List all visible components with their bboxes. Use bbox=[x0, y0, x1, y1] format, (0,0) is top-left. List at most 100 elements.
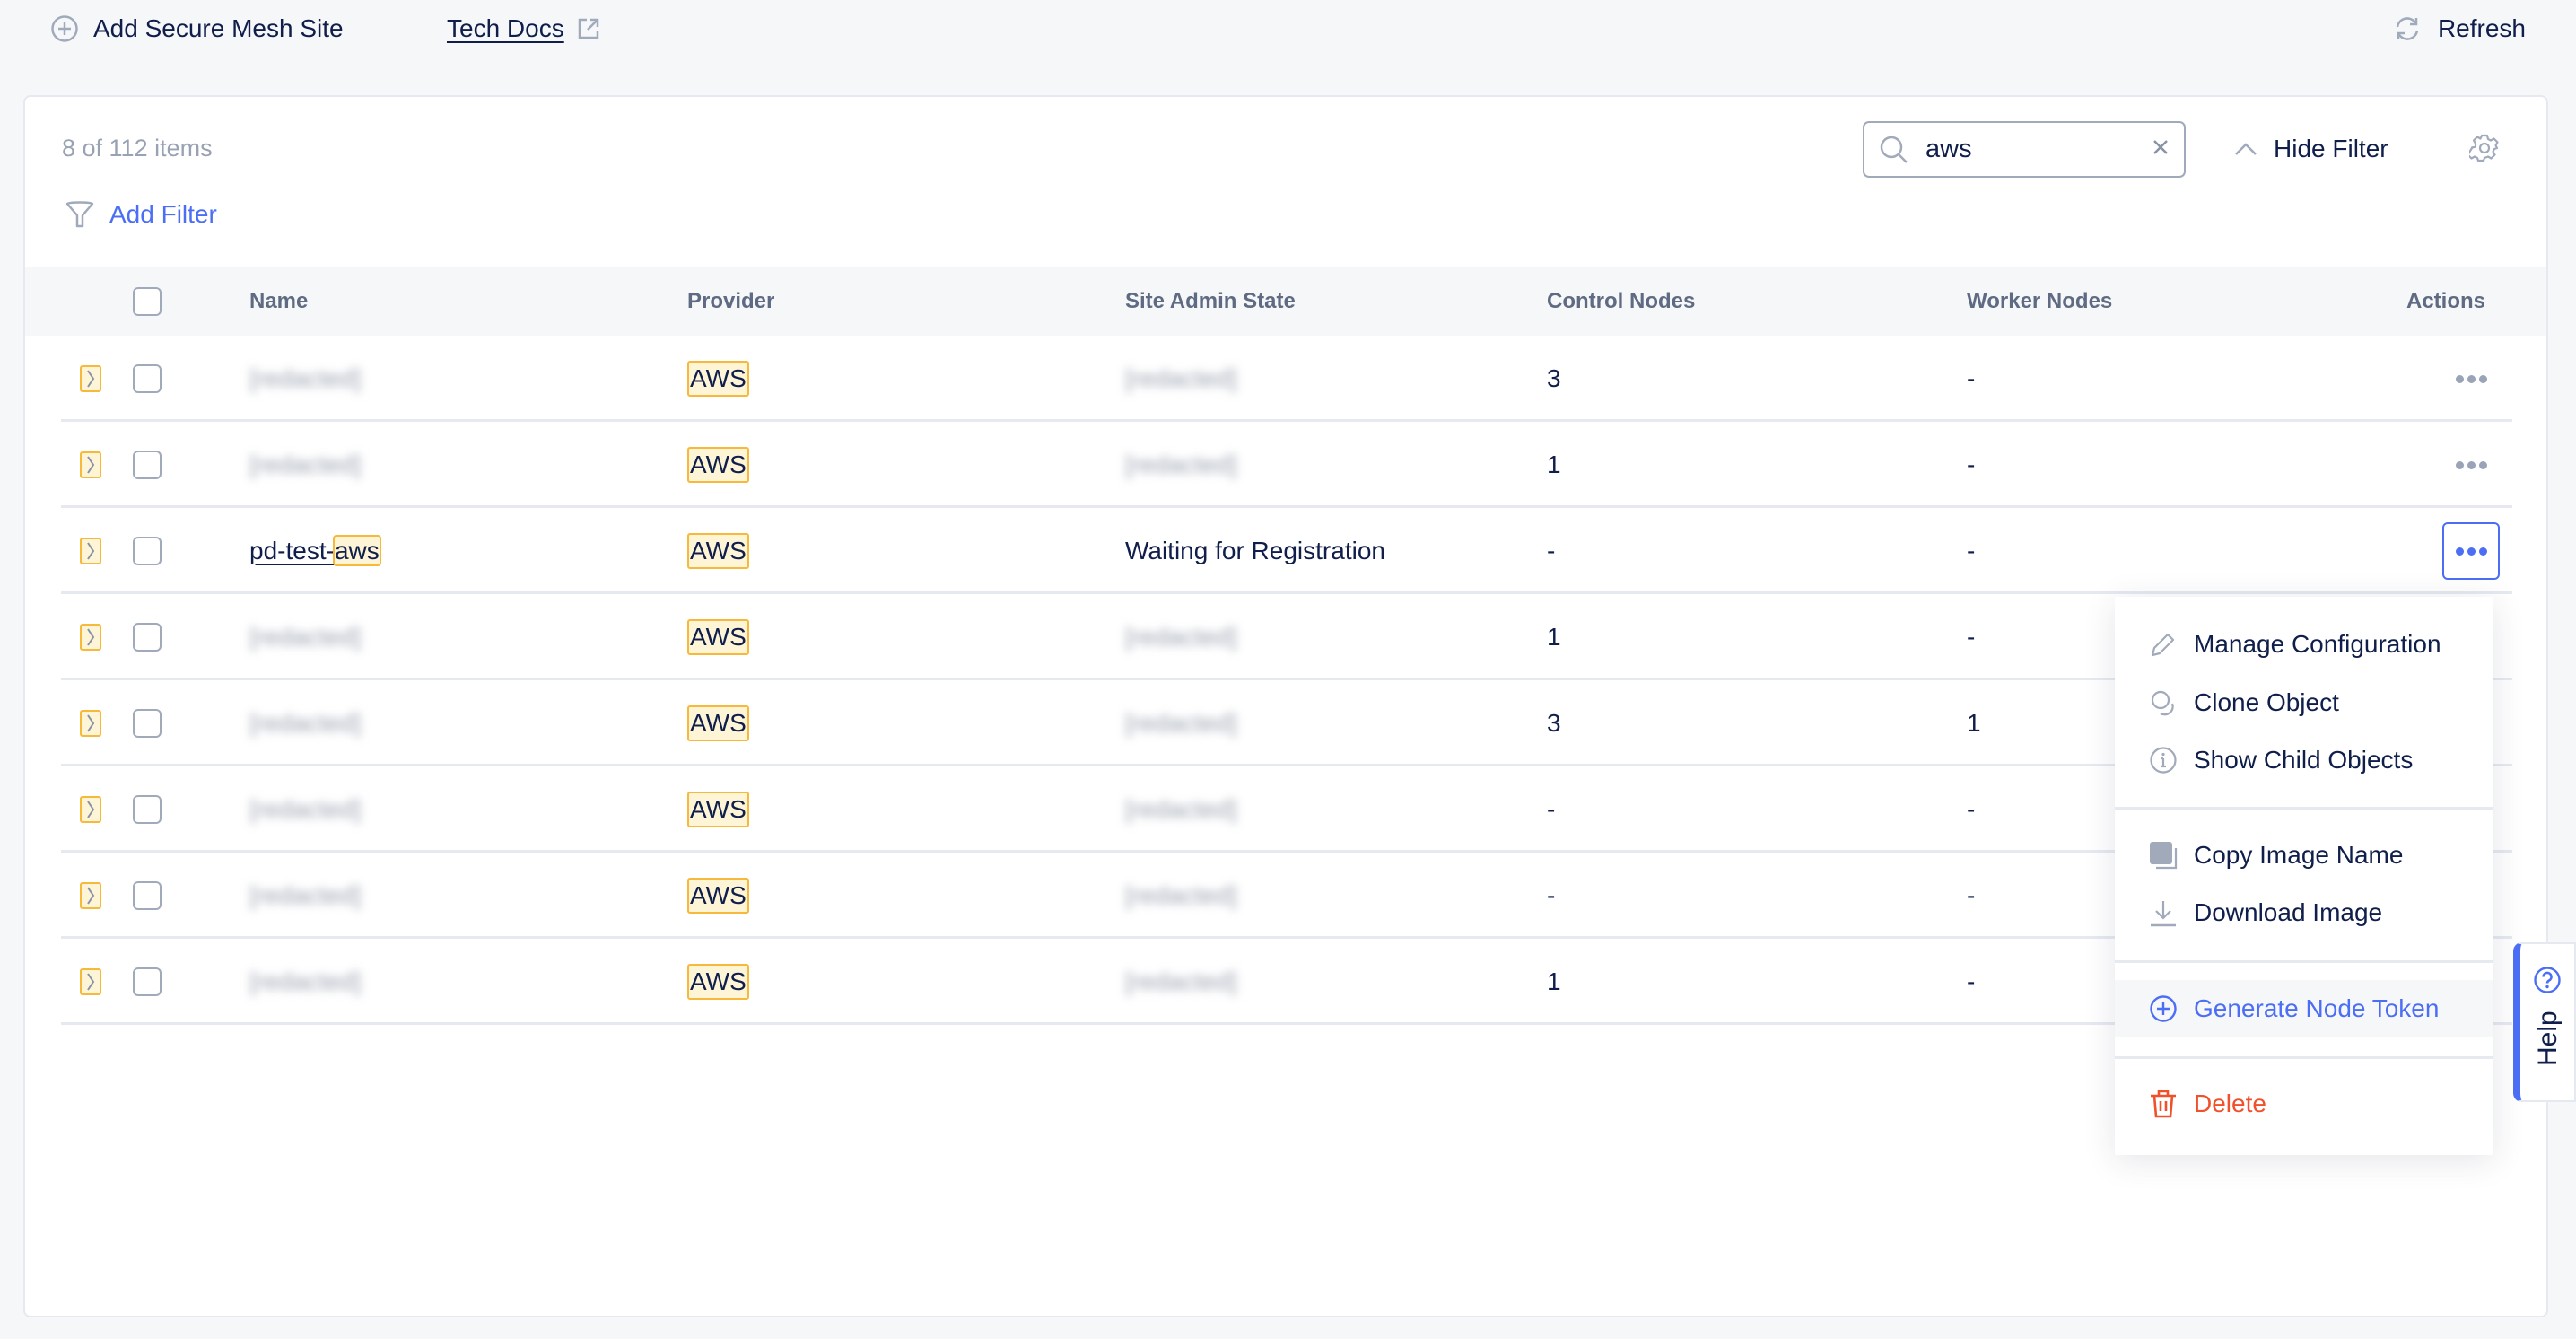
menu-item-label: Generate Node Token bbox=[2194, 994, 2440, 1022]
control-nodes-count: 3 bbox=[1547, 364, 1561, 392]
row-checkbox[interactable] bbox=[133, 967, 162, 996]
expand-row-button[interactable] bbox=[80, 538, 101, 564]
row-actions-button[interactable] bbox=[2442, 447, 2500, 483]
expand-row-button[interactable] bbox=[80, 710, 101, 737]
chevron-right-icon bbox=[87, 887, 95, 905]
provider-cell: AWS bbox=[687, 680, 749, 766]
provider-badge: AWS bbox=[687, 619, 749, 655]
menu-item-copy-image-name[interactable]: Copy Image Name bbox=[2115, 827, 2493, 884]
clear-search-button[interactable] bbox=[2152, 138, 2170, 161]
chevron-right-icon bbox=[87, 542, 95, 560]
row-checkbox[interactable] bbox=[133, 881, 162, 910]
add-filter-button[interactable]: Add Filter bbox=[65, 199, 217, 230]
provider-badge: AWS bbox=[687, 533, 749, 569]
refresh-button[interactable]: Refresh bbox=[2393, 11, 2526, 47]
chevron-right-icon bbox=[87, 370, 95, 388]
site-admin-state: [redacted] bbox=[1125, 709, 1237, 737]
worker-nodes-count: - bbox=[1967, 623, 1976, 651]
row-actions-button[interactable] bbox=[2442, 361, 2500, 397]
download-icon bbox=[2151, 901, 2176, 927]
table-row[interactable]: [redacted] AWS [redacted] 3 - bbox=[61, 336, 2512, 422]
row-checkbox[interactable] bbox=[133, 709, 162, 738]
control-nodes-count: 3 bbox=[1547, 709, 1561, 737]
menu-divider bbox=[2115, 960, 2493, 963]
site-name-redacted: [redacted] bbox=[249, 967, 362, 995]
column-header-provider[interactable]: Provider bbox=[687, 267, 774, 336]
menu-item-download-image[interactable]: Download Image bbox=[2115, 884, 2493, 941]
worker-nodes-count: - bbox=[1967, 881, 1976, 909]
search-value[interactable]: aws bbox=[1925, 135, 2152, 164]
search-match-highlight: aws bbox=[332, 535, 381, 566]
chevron-right-icon bbox=[87, 801, 95, 818]
hide-filter-button[interactable]: Hide Filter bbox=[2234, 131, 2388, 167]
site-name-redacted: [redacted] bbox=[249, 795, 362, 823]
refresh-icon bbox=[2396, 17, 2419, 40]
expand-row-button[interactable] bbox=[80, 968, 101, 995]
menu-item-show-child-objects[interactable]: Show Child Objects bbox=[2115, 731, 2493, 789]
table-header: Name Provider Site Admin State Control N… bbox=[25, 267, 2546, 336]
row-checkbox[interactable] bbox=[133, 795, 162, 824]
provider-badge: AWS bbox=[687, 878, 749, 914]
column-header-name[interactable]: Name bbox=[249, 267, 308, 336]
expand-row-button[interactable] bbox=[80, 796, 101, 823]
expand-row-button[interactable] bbox=[80, 451, 101, 478]
provider-cell: AWS bbox=[687, 594, 749, 680]
worker-nodes-count: - bbox=[1967, 967, 1976, 995]
column-header-worker-nodes[interactable]: Worker Nodes bbox=[1967, 267, 2112, 336]
provider-badge: AWS bbox=[687, 361, 749, 397]
provider-cell: AWS bbox=[687, 508, 749, 594]
worker-nodes-count: - bbox=[1967, 795, 1976, 823]
expand-row-button[interactable] bbox=[80, 882, 101, 909]
site-admin-state: [redacted] bbox=[1125, 451, 1237, 478]
site-name-redacted: [redacted] bbox=[249, 709, 362, 737]
table-settings-button[interactable] bbox=[2467, 133, 2500, 168]
chevron-right-icon bbox=[87, 628, 95, 646]
search-input[interactable]: aws bbox=[1863, 121, 2186, 178]
site-admin-state: [redacted] bbox=[1125, 881, 1237, 909]
chevron-up-icon bbox=[2235, 143, 2257, 155]
menu-item-delete[interactable]: Delete bbox=[2115, 1075, 2493, 1133]
more-dot-icon bbox=[2455, 547, 2464, 556]
search-icon bbox=[1880, 136, 1908, 163]
row-checkbox[interactable] bbox=[133, 537, 162, 565]
column-header-control-nodes[interactable]: Control Nodes bbox=[1547, 267, 1695, 336]
row-actions-button[interactable] bbox=[2442, 522, 2500, 580]
menu-item-generate-node-token[interactable]: Generate Node Token bbox=[2115, 980, 2493, 1037]
table-row[interactable]: pd-test-aws AWS Waiting for Registration… bbox=[61, 508, 2512, 594]
site-name-prefix: pd-test- bbox=[249, 537, 335, 564]
site-admin-state: Waiting for Registration bbox=[1125, 537, 1385, 564]
help-label: Help bbox=[2533, 1011, 2563, 1066]
row-checkbox[interactable] bbox=[133, 623, 162, 652]
expand-row-button[interactable] bbox=[80, 624, 101, 651]
select-all-checkbox[interactable] bbox=[133, 287, 162, 316]
site-name-link[interactable]: pd-test-aws bbox=[249, 508, 381, 594]
row-checkbox[interactable] bbox=[133, 364, 162, 393]
site-name-redacted: [redacted] bbox=[249, 364, 362, 392]
expand-row-button[interactable] bbox=[80, 365, 101, 392]
info-icon bbox=[2150, 747, 2177, 774]
control-nodes-count: - bbox=[1547, 537, 1556, 564]
plus-circle-icon bbox=[51, 15, 78, 42]
table-row[interactable]: [redacted] AWS [redacted] 1 - bbox=[61, 422, 2512, 508]
row-actions-menu: Manage Configuration Clone Object Show C… bbox=[2115, 597, 2493, 1155]
add-secure-mesh-site-button[interactable]: Add Secure Mesh Site bbox=[50, 11, 344, 47]
provider-cell: AWS bbox=[687, 766, 749, 853]
more-dot-icon bbox=[2478, 547, 2487, 556]
row-checkbox[interactable] bbox=[133, 451, 162, 479]
help-tab[interactable]: Help bbox=[2513, 942, 2576, 1102]
worker-nodes-count: 1 bbox=[1967, 709, 1981, 737]
control-nodes-count: 1 bbox=[1547, 623, 1561, 651]
site-name-redacted: [redacted] bbox=[249, 451, 362, 478]
external-link-icon bbox=[578, 18, 598, 39]
menu-item-clone-object[interactable]: Clone Object bbox=[2115, 674, 2493, 731]
more-dot-icon bbox=[2478, 374, 2487, 383]
tech-docs-link[interactable]: Tech Docs bbox=[447, 11, 600, 47]
column-header-site-admin-state[interactable]: Site Admin State bbox=[1125, 267, 1296, 336]
provider-badge: AWS bbox=[687, 447, 749, 483]
filter-icon bbox=[65, 201, 94, 228]
more-dot-icon bbox=[2467, 460, 2476, 469]
help-icon bbox=[2534, 967, 2561, 993]
site-name-redacted: [redacted] bbox=[249, 623, 362, 651]
worker-nodes-count: - bbox=[1967, 364, 1976, 392]
menu-item-manage-configuration[interactable]: Manage Configuration bbox=[2115, 616, 2493, 673]
